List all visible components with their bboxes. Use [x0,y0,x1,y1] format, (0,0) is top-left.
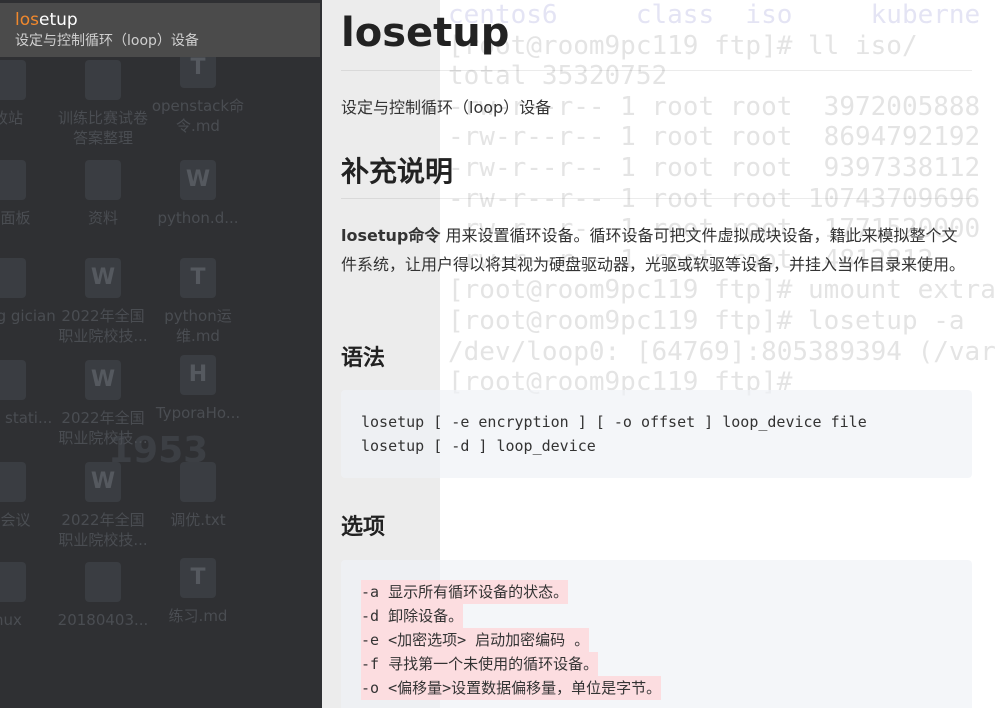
syntax-code-block: losetup [ -e encryption ] [ -o offset ] … [341,390,972,478]
result-description: 设定与控制循环（loop）设备 [15,33,199,49]
desktop-icon[interactable]: ware stati... [0,360,56,428]
folder-icon [85,160,121,200]
option-e: -e <加密选项> 启动加密编码 。 [361,628,590,652]
desktop-icon[interactable]: 收站 [0,60,56,128]
desktop-icon[interactable]: nsung gician [0,258,56,326]
text-file-icon [180,462,216,502]
desktop-icon[interactable]: nux [0,562,56,630]
subtitle: 设定与控制循环（loop）设备 [341,98,552,117]
recycle-bin-icon [0,60,26,100]
desktop-icon[interactable]: 训练比赛试卷答案整理 [55,60,151,148]
desktop-icon[interactable]: 资料 [55,160,151,228]
html-icon: H [180,355,216,395]
desktop-icon[interactable]: W 2022年全国职业院校技... [55,462,151,550]
image-icon [85,562,121,602]
word-icon: W [85,462,121,502]
desktop-icon[interactable]: 讯会议 [0,462,56,530]
desktop-icon[interactable]: T 练习.md [150,558,246,626]
description: losetup命令 用来设置循环设备。循环设备可把文件虚拟成块设备，籍此来模拟整… [341,226,966,274]
option-a: -a 显示所有循环设备的状态。 [361,580,569,604]
word-icon: W [180,160,216,200]
option-o: -o <偏移量>设置数据偏移量，单位是字节。 [361,676,662,700]
divider [341,198,972,199]
folder-icon [85,60,121,100]
desktop-icon[interactable]: W 2022年全国职业院校技... [55,360,151,448]
app-icon [0,258,26,298]
vmware-icon [0,360,26,400]
desktop-icon[interactable]: Tpython运维.md [150,258,246,346]
desktop-background: 1953 收站 训练比赛试卷答案整理 Topenstack命令.md 制面板 资… [0,0,322,708]
match-highlight: los [15,10,39,30]
command-name: losetup命令 [341,226,441,245]
heading-more-info: 补充说明 [341,155,454,188]
document-panel: centos6 class iso kuberne [root@room9pc11… [322,0,998,708]
divider [341,70,972,71]
search-result-item[interactable]: losetup 设定与控制循环（loop）设备 [0,3,320,57]
desktop-icon[interactable]: 20180403... [55,562,151,630]
word-icon: W [85,360,121,400]
desktop-icon[interactable]: Wpython.d... [150,160,246,228]
desktop-icon[interactable]: H TyporaHo... [150,355,246,423]
result-title: losetup [15,10,78,30]
word-icon: W [85,258,121,298]
page-title: losetup [341,10,510,56]
app-icon [0,562,26,602]
heading-options: 选项 [341,515,386,540]
desktop-icon[interactable]: 调优.txt [150,462,246,530]
desktop-icon[interactable]: Topenstack命令.md [150,48,246,136]
control-panel-icon [0,160,26,200]
desktop-icon[interactable]: 制面板 [0,160,56,228]
heading-syntax: 语法 [341,346,386,371]
option-f: -f 寻找第一个未使用的循环设备。 [361,652,599,676]
option-d: -d 卸除设备。 [361,604,464,628]
typora-icon: T [180,258,216,298]
options-code-block: -a 显示所有循环设备的状态。 -d 卸除设备。 -e <加密选项> 启动加密编码 … [341,560,972,708]
meeting-icon [0,462,26,502]
typora-icon: T [180,558,216,598]
desktop-icon[interactable]: W 2022年全国职业院校技... [55,258,151,346]
